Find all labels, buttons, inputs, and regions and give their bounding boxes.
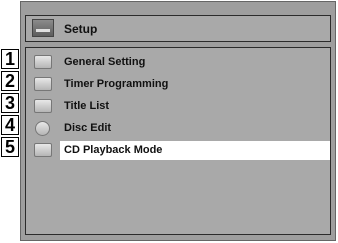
setup-icon (32, 19, 54, 37)
menu-item-label: Timer Programming (64, 78, 169, 90)
callout-number-5: 5 (1, 137, 19, 157)
page-title: Setup (64, 22, 98, 36)
menu-item-title-list[interactable]: Title List (26, 97, 330, 116)
menu-item-cd-playback-mode[interactable]: CD Playback Mode (26, 141, 330, 160)
menu-item-label: General Setting (64, 56, 146, 68)
menu-item-label: CD Playback Mode (64, 144, 163, 156)
callout-number-3: 3 (1, 93, 19, 113)
disc-icon (35, 121, 50, 136)
setup-screen: Setup General Setting Timer Programming … (20, 1, 336, 241)
menu-item-disc-edit[interactable]: Disc Edit (26, 119, 330, 138)
menu-panel: General Setting Timer Programming Title … (25, 47, 331, 235)
menu-item-general-setting[interactable]: General Setting (26, 53, 330, 72)
timer-icon (34, 77, 52, 91)
menu-item-timer-programming[interactable]: Timer Programming (26, 75, 330, 94)
menu-item-label: Title List (64, 100, 110, 112)
callout-number-2: 2 (1, 71, 19, 91)
title-list-icon (34, 99, 52, 113)
menu-item-label: Disc Edit (64, 122, 112, 134)
menu-header: Setup (25, 15, 331, 42)
wrench-icon (34, 55, 52, 69)
callout-number-1: 1 (1, 49, 19, 69)
cd-playback-icon (34, 143, 52, 157)
callout-number-4: 4 (1, 115, 19, 135)
